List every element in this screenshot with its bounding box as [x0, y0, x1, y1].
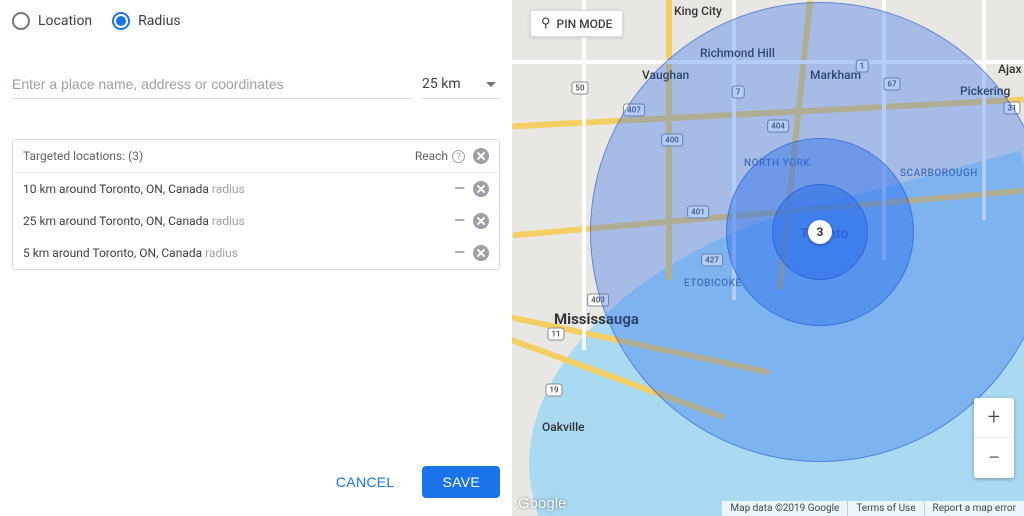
table-row: 5 km around Toronto, ON, Canada radius — — [13, 237, 499, 269]
remove-all-icon[interactable] — [473, 148, 489, 164]
city-label: Oakville — [542, 420, 585, 434]
zoom-in-button[interactable]: + — [974, 398, 1014, 438]
radio-label-location: Location — [38, 13, 92, 29]
center-count-badge[interactable]: 3 — [808, 220, 832, 244]
map-canvas[interactable]: 407 400 404 401 403 427 50 7 67 31 19 11… — [512, 0, 1024, 516]
location-text: 5 km around Toronto, ON, Canada radius — [23, 246, 446, 260]
radius-distance-select[interactable]: 25 km — [422, 70, 500, 99]
map-attribution: Map data ©2019 Google Terms of Use Repor… — [722, 501, 1024, 516]
attribution-data: Map data ©2019 Google — [722, 501, 847, 516]
shield-icon: 19 — [545, 384, 562, 397]
reach-header: Reach ? — [415, 149, 465, 163]
radio-circle-icon — [12, 12, 30, 30]
remove-row-icon[interactable] — [473, 181, 489, 197]
pin-icon: ⚲ — [541, 16, 551, 31]
attribution-report-link[interactable]: Report a map error — [924, 501, 1024, 516]
save-button[interactable]: SAVE — [422, 466, 500, 498]
location-text: 25 km around Toronto, ON, Canada radius — [23, 214, 446, 228]
radio-circle-selected-icon — [112, 12, 130, 30]
zoom-out-button[interactable]: − — [974, 438, 1014, 478]
mode-selector: Location Radius — [0, 12, 512, 38]
table-row: 25 km around Toronto, ON, Canada radius … — [13, 205, 499, 237]
zoom-control: + − — [974, 398, 1014, 478]
search-row: 25 km — [0, 38, 512, 105]
google-logo: Google — [518, 495, 566, 512]
remove-row-icon[interactable] — [473, 213, 489, 229]
city-label: Ajax — [998, 62, 1021, 76]
pin-mode-label: PIN MODE — [557, 17, 613, 31]
help-icon[interactable]: ? — [452, 150, 465, 163]
chevron-down-icon — [486, 82, 496, 87]
remove-row-icon[interactable] — [473, 245, 489, 261]
cancel-button[interactable]: CANCEL — [316, 466, 415, 498]
targeted-locations-table: Targeted locations: (3) Reach ? 10 km ar… — [12, 139, 500, 270]
reach-value: — — [454, 181, 465, 197]
radio-radius[interactable]: Radius — [112, 12, 181, 30]
location-search-input[interactable] — [12, 70, 412, 99]
targeting-panel: Location Radius 25 km Targeted locations… — [0, 0, 512, 516]
shield-icon: 11 — [547, 328, 564, 341]
radio-location[interactable]: Location — [12, 12, 92, 30]
dialog-actions: CANCEL SAVE — [0, 448, 512, 516]
city-label: King City — [674, 4, 722, 18]
shield-icon: 50 — [571, 82, 588, 95]
attribution-terms-link[interactable]: Terms of Use — [847, 501, 923, 516]
radio-label-radius: Radius — [138, 13, 181, 29]
location-text: 10 km around Toronto, ON, Canada radius — [23, 182, 446, 196]
targeted-count-label: Targeted locations: (3) — [23, 149, 407, 163]
reach-value: — — [454, 213, 465, 229]
pin-mode-button[interactable]: ⚲ PIN MODE — [530, 10, 623, 37]
road-minor — [582, 0, 586, 350]
table-row: 10 km around Toronto, ON, Canada radius … — [13, 173, 499, 205]
reach-value: — — [454, 245, 465, 261]
table-header-row: Targeted locations: (3) Reach ? — [13, 140, 499, 173]
distance-value: 25 km — [422, 76, 461, 92]
